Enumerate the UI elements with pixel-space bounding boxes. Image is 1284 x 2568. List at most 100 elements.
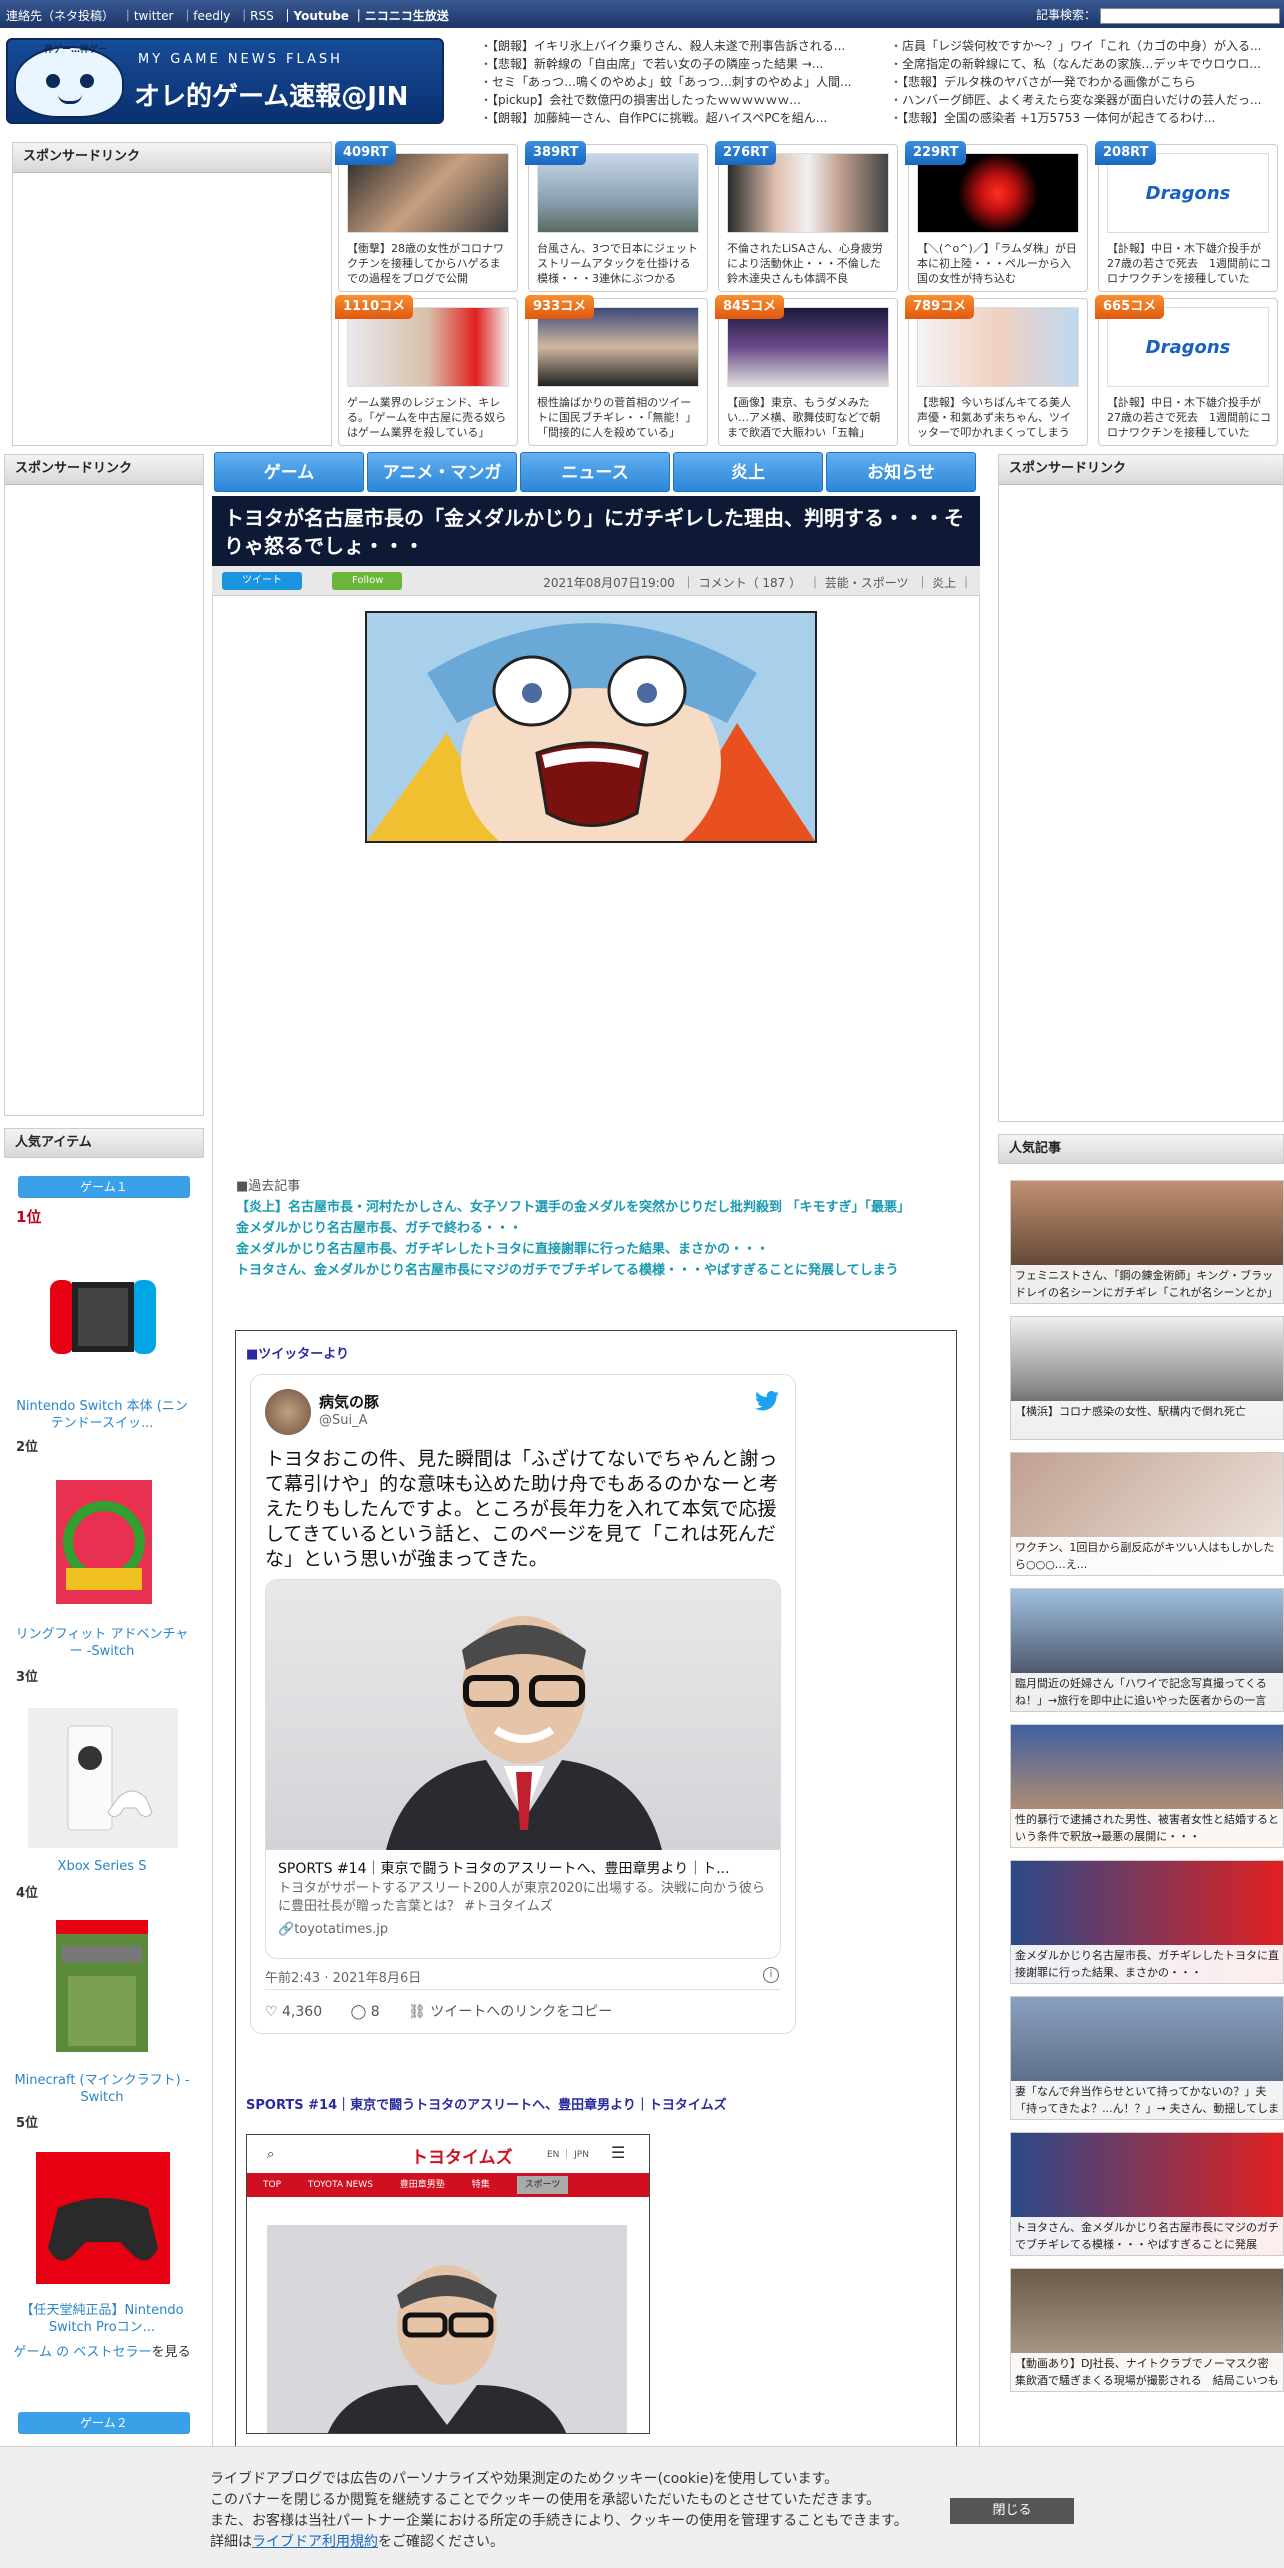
site-logo[interactable]: 神ゲー…神ゲー MY GAME NEWS FLASH オレ的ゲーム速報@JIN [6,38,444,124]
popular-article-item[interactable]: ワクチン、1回目から副反応がキツい人はもしかしたら○○○…え... [1010,1452,1284,1576]
embedded-tweet[interactable]: 病気の豚 @Sui_A トヨタおこの件、見た瞬間は「ふざけてないでちゃんと謝って… [250,1374,796,2034]
heart-icon[interactable]: ♡ [265,2004,278,2020]
popular-article-item[interactable]: 臨月間近の妊婦さん「ハワイで記念写真撮ってくるね！」→旅行を即中止に追いやった医… [1010,1588,1284,1712]
game1-tab[interactable]: ゲーム１ [18,1176,190,1198]
twitter-link[interactable]: ｜twitter [122,9,174,23]
headline-link[interactable]: 店員「レジ袋何枚ですか～？」ワイ「これ（カゴの中身）が入る... [890,37,1280,55]
cookie-close-button[interactable]: 閉じる [950,2498,1074,2524]
popular-items-heading: 人気アイテム [4,1128,204,1158]
popular-article-title: 妻「なんで弁当作らせといて持ってかないの？」夫「持ってきたよ？...ん！？」→ … [1011,2081,1283,2119]
ranking-tile[interactable]: 789コメ 【悲報】今いちばんキてる美人声優・和氣あず未ちゃん、ツイッターで叩か… [905,295,1088,446]
popular-article-item[interactable]: フェミニストさん、「鋼の錬金術師」キング・ブラッドレイの名シーンにガチギレ「これ… [1010,1180,1284,1304]
product-name[interactable]: リングフィット アドベンチャー -Switch [12,1626,192,1660]
headline-link[interactable]: 【pickup】会社で数億円の損害出したったｗｗｗｗｗｗ... [480,91,880,109]
headline-link[interactable]: 【悲報】デルタ株のヤバさが一発でわかる画像がこちら [890,73,1280,91]
past-article-link[interactable]: 金メダルかじり名古屋市長、ガチで終わる・・・ [236,1218,956,1239]
contact-link[interactable]: 連絡先（ネタ投稿） [6,9,114,23]
headline-link[interactable]: 全席指定の新幹線にて、私（なんだあの家族…デッキでウロウロ... [890,55,1280,73]
tile-caption: 【悲報】今いちばんキてる美人声優・和氣あず未ちゃん、ツイッターで叩かれまくってし… [917,396,1071,439]
past-article-link[interactable]: トヨタさん、金メダルかじり名古屋市長にマジのガチでブチギレてる模様・・・やばすぎ… [236,1260,956,1281]
follow-button[interactable]: Follow [332,572,402,590]
tweet-author-name[interactable]: 病気の豚 [319,1391,379,1412]
ranking-tile[interactable]: 933コメ 根性論ばかりの菅首相のツイートに国民ブチギレ・・「無能！」「間接的に… [525,295,708,446]
rt-badge: 276RT [715,141,777,165]
tile-caption: 【画像】東京、もうダメみたい…アメ横、歌舞伎町などで朝まで飲酒で大賑わい「五輪」 [727,396,881,439]
popular-article-item[interactable]: 金メダルかじり名古屋市長、ガチギレしたトヨタに直接謝罪に行った結果、まさかの・・… [1010,1860,1284,1984]
info-icon[interactable]: i [763,1967,779,1983]
product-name[interactable]: Minecraft (マインクラフト) - Switch [12,2072,192,2106]
article-title[interactable]: トヨタが名古屋市長の「金メダルかじり」にガチギレした理由、判明する・・・そりゃ怒… [212,496,980,566]
headline-link[interactable]: ハンバーグ師匠、よく考えたら変な楽器が面白いだけの芸人だっ... [890,91,1280,109]
headline-link[interactable]: セミ「あっつ…鳴くのやめよ」蚊「あっつ…刺すのやめよ」人間... [480,73,880,91]
sponsor-box-right: スポンサードリンク [998,454,1284,1122]
product-image-minecraft[interactable] [28,1916,178,2056]
terms-link[interactable]: ライブドア利用規約 [252,2534,378,2550]
bestseller-link[interactable]: ゲーム の ベストセラー [13,2345,151,2360]
search-input[interactable] [1100,7,1280,24]
popular-article-item[interactable]: 妻「なんで弁当作らせといて持ってかないの？」夫「持ってきたよ？...ん！？」→ … [1010,1996,1284,2120]
headline-link[interactable]: 【朗報】イキリ氷上バイク乗りさん、殺人未遂で刑事告訴される... [480,37,880,55]
past-article-link[interactable]: 【炎上】名古屋市長・河村たかしさん、女子ソフト選手の金メダルを突然かじりだし批判… [236,1197,956,1218]
logo-tag: 神ゲー…神ゲー [44,45,108,55]
ranking-tile[interactable]: Dragons 208RT 【訃報】中日・木下雄介投手が27歳の若さで死去 1週… [1095,141,1278,292]
popular-article-item[interactable]: トヨタさん、金メダルかじり名古屋市長にマジのガチでブチギレてる模様・・・やばすぎ… [1010,2132,1284,2256]
product-name[interactable]: Nintendo Switch 本体 (ニンテンドースイッ... [12,1398,192,1432]
comment-count[interactable]: ｜ コメント（ 187 ） [683,576,801,590]
popular-article-item[interactable]: 【動画あり】DJ社長、ナイトクラブでノーマスク密集飲酒で騒ぎまくる現場が撮影され… [1010,2268,1284,2392]
product-name[interactable]: 【任天堂純正品】Nintendo Switch Proコン... [12,2302,192,2336]
headline-link[interactable]: 【悲報】全国の感染者 +1万5753 一体何が起きてるわけ... [890,109,1280,127]
tile-caption: 【訃報】中日・木下雄介投手が27歳の若さで死去 1週間前にコロナワクチンを接種し… [1107,242,1271,285]
reply-count[interactable]: 8 [371,2004,380,2020]
ranking-tile[interactable]: 1110コメ ゲーム業界のレジェンド、キレる。「ゲームを中古屋に売る奴らはゲーム… [335,295,518,446]
like-count[interactable]: 4,360 [282,2004,322,2020]
youtube-link[interactable]: ｜Youtube [282,9,349,23]
logo-subtitle: MY GAME NEWS FLASH [138,52,343,67]
popular-article-item[interactable]: 性的暴行で逮捕された男性、被害者女性と結婚するという条件で釈放→最悪の展開に・・… [1010,1724,1284,1848]
ranking-tile[interactable]: 276RT 不倫されたLiSAさん、心身疲労により活動休止・・・不倫した鈴木達央… [715,141,898,292]
link-copy-icon[interactable]: ⛓ [408,2004,426,2020]
rss-link[interactable]: ｜RSS [238,9,274,23]
past-articles: ■過去記事 【炎上】名古屋市長・河村たかしさん、女子ソフト選手の金メダルを突然か… [236,1176,956,1281]
nav-news[interactable]: ニュース [520,452,670,492]
ranking-tile[interactable]: 845コメ 【画像】東京、もうダメみたい…アメ横、歌舞伎町などで朝まで飲酒で大賑… [715,295,898,446]
ranking-tile[interactable]: 409RT 【衝撃】28歳の女性がコロナワクチンを接種してからハゲるまでの過程を… [335,141,518,292]
feedly-link[interactable]: ｜feedly [181,9,230,23]
avatar[interactable] [265,1389,311,1435]
game2-tab[interactable]: ゲーム２ [18,2412,190,2434]
tweet-timestamp[interactable]: 午前2:43 · 2021年8月6日 [265,1967,421,1986]
past-article-link[interactable]: 金メダルかじり名古屋市長、ガチギレしたトヨタに直接謝罪に行った結果、まさかの・・… [236,1239,956,1260]
menu-icon: ☰ [611,2143,626,2162]
product-name[interactable]: Xbox Series S [12,1858,192,1875]
product-image-procon[interactable] [28,2148,178,2288]
headline-link[interactable]: 【朗報】加藤純一さん、自作PCに挑戦。超ハイスペPCを組ん... [480,109,880,127]
nav-enjo[interactable]: 炎上 [673,452,823,492]
headline-link[interactable]: 【悲報】新幹線の「自由席」で若い女の子の隣座った結果 →... [480,55,880,73]
reply-icon[interactable]: ◯ [351,2004,367,2020]
tweet-link-card[interactable]: SPORTS #14｜東京で闘うトヨタのアスリートへ、豊田章男より｜ト... ト… [265,1579,781,1959]
tweet-author-handle[interactable]: @Sui_A [319,1413,368,1428]
product-image-ringfit[interactable] [28,1472,178,1612]
ranking-tile[interactable]: 229RT 【＼(^o^)／】「ラムダ株」が日本に初上陸・・・ペルーから入国の女… [905,141,1088,292]
ranking-tile[interactable]: Dragons 665コメ 【訃報】中日・木下雄介投手が27歳の若さで死去 1週… [1095,295,1278,446]
rt-badge: 409RT [335,141,397,165]
tile-caption: 【＼(^o^)／】「ラムダ株」が日本に初上陸・・・ペルーから入国の女性が持ち込む [917,242,1077,285]
ranking-tile[interactable]: 389RT 台風さん、3つで日本にジェットストリームアタックを仕掛ける模様・・・… [525,141,708,292]
comment-badge: 1110コメ [335,295,414,319]
tile-caption: ゲーム業界のレジェンド、キレる。「ゲームを中古屋に売る奴らはゲーム業界を殺してい… [347,396,507,439]
nav-game[interactable]: ゲーム [214,452,364,492]
niconico-link[interactable]: ｜ニコニコ生放送 [353,9,449,23]
category-link[interactable]: ｜ 炎上 ｜ [916,576,972,590]
copy-link-button[interactable]: ツイートへのリンクをコピー [430,2004,612,2020]
tile-caption: 台風さん、3つで日本にジェットストリームアタックを仕掛ける模様・・・3連休にぶつ… [537,242,698,285]
link-card-title: SPORTS #14｜東京で闘うトヨタのアスリートへ、豊田章男より｜ト... [278,1861,730,1877]
twitter-bird-icon[interactable] [755,1391,779,1411]
popular-article-item[interactable]: 【横浜】コロナ感染の女性、駅構内で倒れ死亡 [1010,1316,1284,1440]
link-icon: 🔗 [278,1922,295,1937]
nav-info[interactable]: お知らせ [826,452,976,492]
tweet-button[interactable]: ツイート [222,572,302,590]
nav-anime[interactable]: アニメ・マンガ [367,452,517,492]
product-image-xbox[interactable] [28,1708,178,1848]
sports-article-link[interactable]: SPORTS #14｜東京で闘うトヨタのアスリートへ、豊田章男より｜トヨタイムズ [246,2094,727,2113]
product-image-switch[interactable] [28,1250,178,1390]
category-link[interactable]: ｜ 芸能・スポーツ [809,576,909,590]
